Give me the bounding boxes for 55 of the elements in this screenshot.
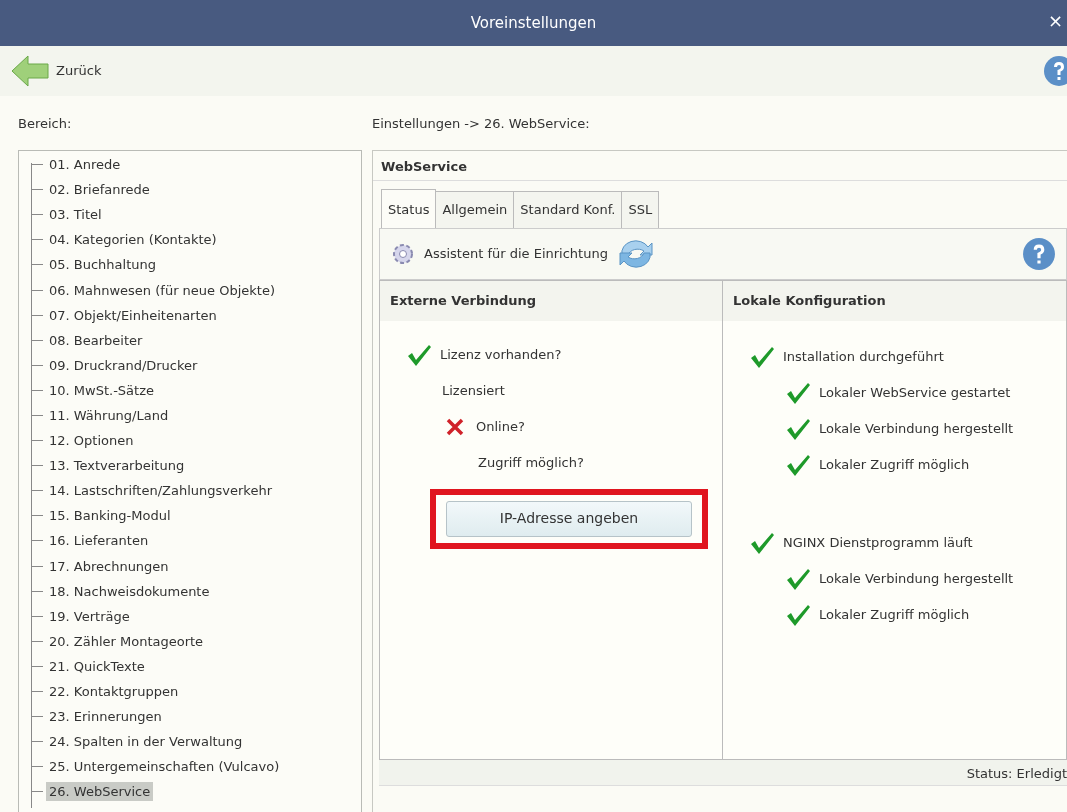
status-label: Lizensiert bbox=[442, 381, 505, 400]
tree-item[interactable]: 22. Kontaktgruppen bbox=[46, 682, 182, 701]
ip-address-button[interactable]: IP-Adresse angeben bbox=[446, 500, 692, 537]
tab[interactable]: Status bbox=[381, 189, 437, 228]
tree-item[interactable]: 03. Titel bbox=[46, 205, 105, 225]
tab[interactable]: Standard Konf. bbox=[513, 191, 623, 228]
tree-item[interactable]: 23. Erinnerungen bbox=[46, 707, 165, 727]
back-button[interactable]: Zurück bbox=[10, 54, 102, 88]
tree-item[interactable]: 19. Verträge bbox=[46, 606, 133, 626]
section-label: Bereich: bbox=[17, 115, 73, 133]
breadcrumb: Einstellungen -> 26. WebService: bbox=[372, 115, 591, 133]
help-icon[interactable] bbox=[1022, 236, 1056, 271]
tree-item[interactable]: 24. Spalten in der Verwaltung bbox=[46, 732, 246, 752]
tab[interactable]: Allgemein bbox=[435, 191, 515, 228]
tree-item[interactable]: 12. Optionen bbox=[46, 431, 137, 451]
status-label: Lokaler Zugriff möglich bbox=[819, 605, 970, 624]
tree-item[interactable]: 04. Kategorien (Kontakte) bbox=[46, 230, 220, 250]
tree-item[interactable]: 05. Buchhaltung bbox=[46, 255, 159, 275]
panel-title: WebService bbox=[381, 159, 468, 174]
status-label: Lokaler WebService gestartet bbox=[819, 383, 1011, 402]
column-title: Lokale Konfiguration bbox=[733, 292, 886, 308]
tree-item[interactable]: 01. Anrede bbox=[46, 155, 124, 175]
tree-item[interactable]: 09. Druckrand/Drucker bbox=[46, 355, 201, 375]
tree-item[interactable]: 18. Nachweisdokumente bbox=[46, 581, 213, 601]
assistant-link[interactable]: Assistent für die Einrichtung bbox=[424, 243, 608, 264]
tree-item[interactable]: 07. Objekt/Einheitenarten bbox=[46, 305, 220, 325]
status-label: Installation durchgeführt bbox=[783, 347, 944, 366]
status-label: Lokale Verbindung hergestellt bbox=[819, 569, 1014, 588]
window-title: Voreinstellungen bbox=[470, 12, 597, 34]
status-label: NGINX Dienstprogramm läuft bbox=[783, 533, 973, 552]
tab[interactable]: SSL bbox=[621, 191, 660, 228]
left-arrow-icon bbox=[10, 54, 50, 88]
tree-item[interactable]: 25. Untergemeinschaften (Vulcavo) bbox=[46, 757, 283, 777]
status-text: Status: Erledigt bbox=[966, 765, 1067, 781]
tree-item[interactable]: 11. Währung/Land bbox=[46, 406, 172, 425]
help-icon[interactable] bbox=[1043, 55, 1067, 87]
status-label: Lizenz vorhanden? bbox=[440, 345, 562, 364]
tree-item[interactable]: 13. Textverarbeitung bbox=[46, 456, 188, 476]
tree-item[interactable]: 10. MwSt.-Sätze bbox=[46, 380, 157, 400]
column-title: Externe Verbindung bbox=[390, 292, 537, 308]
tree-item[interactable]: 26. WebService bbox=[46, 782, 154, 802]
tree-item[interactable]: 20. Zähler Montageorte bbox=[46, 631, 207, 651]
status-label: Online? bbox=[476, 417, 525, 436]
tree-item[interactable]: 06. Mahnwesen (für neue Objekte) bbox=[46, 280, 278, 300]
tree-item[interactable]: 08. Bearbeiter bbox=[46, 330, 146, 350]
close-button[interactable]: × bbox=[1047, 12, 1063, 30]
tree-item[interactable]: 02. Briefanrede bbox=[46, 180, 153, 200]
tree-item[interactable]: 14. Lastschriften/Zahlungsverkehr bbox=[46, 481, 275, 501]
status-label: Zugriff möglich? bbox=[478, 453, 584, 472]
tree-item[interactable]: 15. Banking-Modul bbox=[46, 506, 174, 526]
status-label: Lokale Verbindung hergestellt bbox=[819, 419, 1014, 438]
tree-item[interactable]: 16. Lieferanten bbox=[46, 531, 152, 551]
tree-item[interactable]: 21. QuickTexte bbox=[46, 656, 148, 676]
status-label: Lokaler Zugriff möglich bbox=[819, 455, 970, 474]
tree-item[interactable]: 17. Abrechnungen bbox=[46, 556, 172, 576]
